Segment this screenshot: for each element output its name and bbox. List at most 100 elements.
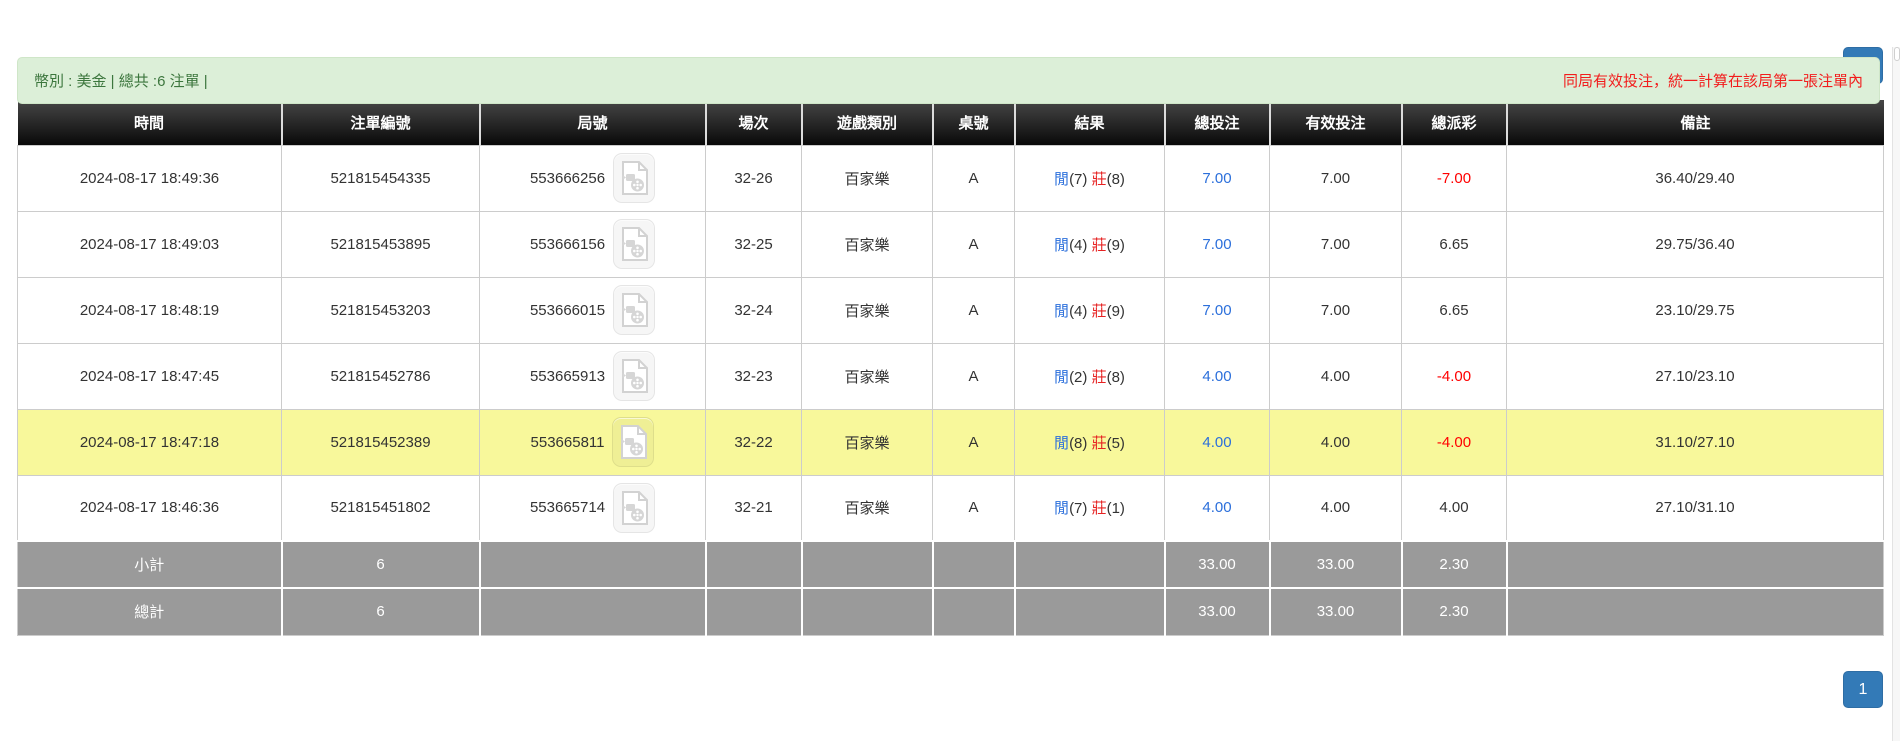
payout-cell: -4.00 (1401, 342, 1507, 410)
total-row: 總計 6 33.00 33.00 2.30 (17, 587, 1884, 636)
result-cell: 閒(7) 莊(1) (1014, 474, 1165, 542)
total-bet-link[interactable]: 7.00 (1202, 236, 1231, 253)
total-bet-link[interactable]: 7.00 (1202, 170, 1231, 187)
video-file-icon (621, 161, 648, 195)
table-row: 2024-08-17 18:49:03 521815453895 5536661… (17, 210, 1884, 278)
banker-label: 莊 (1091, 500, 1107, 518)
video-file-icon (620, 425, 647, 459)
total-bet-link[interactable]: 4.00 (1202, 499, 1231, 516)
video-replay-button[interactable] (613, 285, 656, 335)
bet-id-cell: 521815454335 (281, 144, 480, 212)
player-score: (8) (1069, 434, 1088, 452)
time-cell: 2024-08-17 18:47:18 (17, 408, 282, 476)
player-score: (7) (1069, 500, 1088, 518)
time-cell: 2024-08-17 18:46:36 (17, 474, 282, 542)
game-type-cell: 百家樂 (801, 144, 933, 212)
total-bet-link[interactable]: 4.00 (1202, 434, 1231, 451)
video-replay-button[interactable] (613, 153, 656, 203)
banker-score: (1) (1106, 500, 1125, 518)
table-id-cell: A (932, 342, 1015, 410)
session-cell: 32-25 (705, 210, 802, 278)
banker-label: 莊 (1091, 368, 1107, 386)
banker-label: 莊 (1091, 302, 1107, 320)
time-cell: 2024-08-17 18:48:19 (17, 276, 282, 344)
video-file-icon (621, 227, 648, 261)
round-id-text: 553666015 (529, 301, 606, 319)
col-round-id: 局號 (479, 100, 707, 145)
round-id-cell: 553665811 (479, 408, 706, 476)
game-type-cell: 百家樂 (801, 342, 933, 410)
result-cell: 閒(2) 莊(8) (1014, 342, 1165, 410)
remark-cell: 27.10/23.10 (1506, 342, 1884, 410)
bet-id-cell: 521815453203 (281, 276, 480, 344)
video-replay-button[interactable] (612, 417, 655, 467)
payout-cell: 4.00 (1401, 474, 1507, 542)
col-time: 時間 (17, 100, 283, 145)
subtotal-payout: 2.30 (1400, 540, 1508, 589)
pagination-bottom: 1 (17, 670, 1883, 708)
total-bet-cell: 4.00 (1164, 408, 1270, 476)
total-bet-cell: 7.00 (1164, 276, 1270, 344)
player-score: (2) (1069, 368, 1088, 386)
session-cell: 32-21 (705, 474, 802, 542)
round-id-cell: 553665714 (479, 474, 706, 542)
currency-summary-text: 幣別 : 美金 | 總共 :6 注單 | (34, 73, 208, 90)
col-result: 結果 (1014, 100, 1166, 145)
same-round-note-text: 同局有效投注，統一計算在該局第一張注單內 (1562, 73, 1863, 90)
summary-bar: 幣別 : 美金 | 總共 :6 注單 | 同局有效投注，統一計算在該局第一張注單… (17, 57, 1880, 104)
bet-id-cell: 521815452786 (281, 342, 480, 410)
video-replay-button[interactable] (613, 351, 656, 401)
payout-cell: 6.65 (1401, 276, 1507, 344)
total-bet-link[interactable]: 7.00 (1202, 302, 1231, 319)
round-id-text: 553665811 (530, 433, 605, 451)
player-label: 閒 (1054, 368, 1070, 386)
col-payout: 總派彩 (1401, 100, 1508, 145)
bet-id-cell: 521815451802 (281, 474, 480, 542)
subtotal-row: 小計 6 33.00 33.00 2.30 (17, 540, 1884, 589)
betting-records-page: 幣別 : 美金 | 總共 :6 注單 | 同局有效投注，統一計算在該局第一張注單… (0, 47, 1900, 741)
video-replay-button[interactable] (613, 482, 656, 533)
round-id-text: 553665913 (529, 367, 606, 385)
player-score: (4) (1069, 236, 1088, 254)
scrollbar-thumb[interactable] (1894, 47, 1900, 61)
time-cell: 2024-08-17 18:49:36 (17, 144, 282, 212)
round-id-text: 553666256 (529, 169, 606, 187)
remark-cell: 36.40/29.40 (1506, 144, 1884, 212)
total-bet-cell: 7.00 (1164, 210, 1270, 278)
valid-bet-cell: 7.00 (1269, 144, 1402, 212)
table-id-cell: A (932, 408, 1015, 476)
banker-score: (5) (1106, 434, 1125, 452)
total-total-bet: 33.00 (1163, 587, 1271, 636)
video-replay-button[interactable] (613, 219, 656, 269)
col-game-type: 遊戲類別 (801, 100, 934, 145)
player-score: (7) (1069, 170, 1088, 188)
table-row: 2024-08-17 18:47:18 521815452389 5536658… (17, 408, 1884, 476)
bet-id-cell: 521815452389 (281, 408, 480, 476)
video-file-icon (621, 359, 648, 393)
player-label: 閒 (1054, 302, 1070, 320)
payout-cell: 6.65 (1401, 210, 1507, 278)
remark-cell: 23.10/29.75 (1506, 276, 1884, 344)
valid-bet-cell: 4.00 (1269, 342, 1402, 410)
result-cell: 閒(4) 莊(9) (1014, 210, 1165, 278)
page-1-button-bottom[interactable]: 1 (1843, 670, 1883, 708)
time-cell: 2024-08-17 18:47:45 (17, 342, 282, 410)
round-id-cell: 553666256 (479, 144, 706, 212)
time-cell: 2024-08-17 18:49:03 (17, 210, 282, 278)
table-id-cell: A (932, 276, 1015, 344)
valid-bet-cell: 4.00 (1269, 474, 1402, 542)
total-bet-link[interactable]: 4.00 (1202, 368, 1231, 385)
total-count: 6 (280, 587, 481, 636)
remark-cell: 29.75/36.40 (1506, 210, 1884, 278)
valid-bet-cell: 7.00 (1269, 210, 1402, 278)
remark-cell: 31.10/27.10 (1506, 408, 1884, 476)
player-label: 閒 (1054, 170, 1070, 188)
total-label: 總計 (17, 587, 283, 636)
round-id-cell: 553666156 (479, 210, 706, 278)
header-row: 時間 注單編號 局號 場次 遊戲類別 桌號 結果 總投注 有效投注 總派彩 備註 (17, 100, 1884, 145)
table-row: 2024-08-17 18:47:45 521815452786 5536659… (17, 342, 1884, 410)
total-bet-cell: 4.00 (1164, 342, 1270, 410)
banker-score: (8) (1106, 368, 1125, 386)
scrollbar[interactable] (1892, 47, 1900, 741)
video-file-icon (621, 490, 648, 525)
